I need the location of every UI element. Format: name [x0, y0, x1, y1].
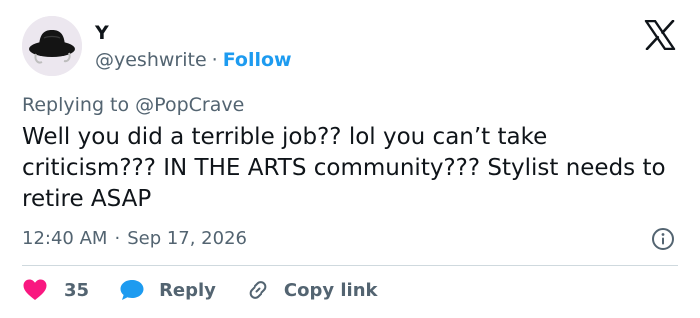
link-icon [249, 281, 267, 299]
reply-context-mention[interactable]: @PopCrave [135, 94, 244, 116]
bucket-hat-avatar-icon [22, 16, 82, 76]
tweet-timestamp[interactable]: 12:40 AM · Sep 17, 2026 [22, 226, 247, 252]
handle-separator: · [211, 49, 218, 71]
tweet-text: Well you did a terrible job?? lol you ca… [22, 124, 666, 212]
copy-link-button[interactable]: Copy link [246, 278, 378, 302]
follow-button[interactable]: Follow [223, 49, 292, 71]
speech-bubble-icon [120, 280, 144, 300]
divider [22, 265, 678, 266]
reply-context-prefix: Replying to [22, 94, 130, 116]
reply-button[interactable]: Reply [119, 278, 216, 302]
heart-icon [23, 279, 47, 300]
like-count: 35 [64, 279, 90, 301]
x-logo-icon[interactable] [644, 20, 676, 50]
reply-context: Replying to @PopCrave [22, 92, 244, 118]
copy-link-label: Copy link [283, 279, 378, 301]
reply-label: Reply [159, 279, 216, 301]
avatar[interactable] [22, 16, 82, 76]
info-icon[interactable] [651, 227, 675, 251]
author-handle-row: @yeshwrite · Follow [95, 47, 292, 73]
tweet-time: 12:40 AM [22, 228, 108, 249]
like-button[interactable]: 35 [22, 278, 89, 302]
author-handle[interactable]: @yeshwrite [95, 49, 207, 71]
tweet-date: Sep 17, 2026 [127, 228, 247, 249]
author-name[interactable]: Y [95, 20, 109, 46]
action-bar: 35 Reply Copy link [22, 276, 378, 304]
timestamp-separator: · [114, 228, 121, 249]
